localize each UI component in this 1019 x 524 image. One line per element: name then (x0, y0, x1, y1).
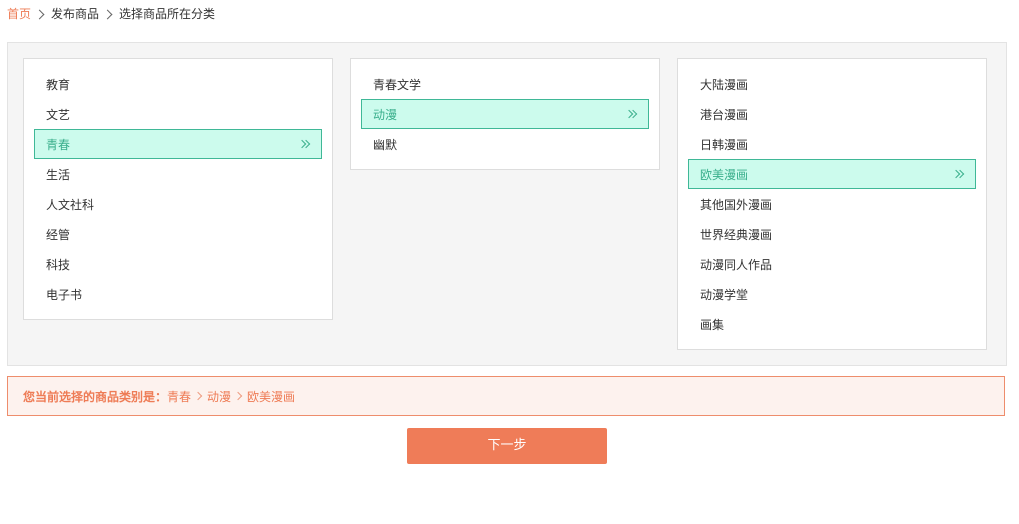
double-chevron-right-icon (626, 100, 638, 128)
category-item-label: 青春文学 (373, 78, 422, 92)
category-item-label: 教育 (46, 78, 71, 92)
category-item-label: 青春 (46, 138, 71, 152)
selection-path-item: 欧美漫画 (247, 389, 296, 404)
chevron-right-icon (233, 391, 243, 400)
category-column-level2: 青春文学 动漫 幽默 (350, 58, 660, 170)
category-item[interactable]: 青春 (34, 129, 322, 159)
category-item[interactable]: 科技 (34, 249, 322, 279)
category-item-label: 人文社科 (46, 198, 95, 212)
category-item-label: 港台漫画 (700, 108, 749, 122)
category-item[interactable]: 经管 (34, 219, 322, 249)
category-item[interactable]: 人文社科 (34, 189, 322, 219)
category-item-label: 动漫学堂 (700, 288, 749, 302)
chevron-right-icon (193, 391, 203, 400)
category-item-label: 画集 (700, 318, 725, 332)
selection-path-item: 动漫 (207, 389, 232, 404)
category-item[interactable]: 文艺 (34, 99, 322, 129)
breadcrumb-publish-link[interactable]: 发布商品 (51, 6, 99, 22)
category-item-label: 日韩漫画 (700, 138, 749, 152)
category-item[interactable]: 动漫 (361, 99, 649, 129)
chevron-right-icon (102, 9, 113, 19)
category-item[interactable]: 港台漫画 (688, 99, 976, 129)
breadcrumb-home-link[interactable]: 首页 (7, 6, 31, 22)
category-item-label: 经管 (46, 228, 71, 242)
category-item[interactable]: 大陆漫画 (688, 69, 976, 99)
category-item-label: 其他国外漫画 (700, 198, 773, 212)
category-item[interactable]: 动漫学堂 (688, 279, 976, 309)
selection-path-item: 青春 (167, 389, 192, 404)
category-item[interactable]: 欧美漫画 (688, 159, 976, 189)
category-item-label: 文艺 (46, 108, 71, 122)
category-item-label: 欧美漫画 (700, 168, 749, 182)
category-item[interactable]: 青春文学 (361, 69, 649, 99)
category-item[interactable]: 画集 (688, 309, 976, 339)
breadcrumb-current: 选择商品所在分类 (119, 7, 216, 21)
category-selector-panel: 教育 文艺 青春 生活 人文社科 经管 科技 电子书 青春文学 动漫 幽默 大陆… (7, 42, 1007, 366)
category-column-level1: 教育 文艺 青春 生活 人文社科 经管 科技 电子书 (23, 58, 333, 320)
category-item-label: 世界经典漫画 (700, 228, 773, 242)
category-item-label: 动漫同人作品 (700, 258, 773, 272)
category-item-label: 生活 (46, 168, 71, 182)
category-item-label: 大陆漫画 (700, 78, 749, 92)
category-item-label: 科技 (46, 258, 71, 272)
category-item[interactable]: 动漫同人作品 (688, 249, 976, 279)
chevron-right-icon (34, 9, 45, 19)
category-item-label: 电子书 (46, 288, 83, 302)
category-item[interactable]: 教育 (34, 69, 322, 99)
category-column-level3: 大陆漫画 港台漫画 日韩漫画 欧美漫画 其他国外漫画 世界经典漫画 动漫同人作品… (677, 58, 987, 350)
category-item[interactable]: 电子书 (34, 279, 322, 309)
category-item[interactable]: 日韩漫画 (688, 129, 976, 159)
category-item[interactable]: 生活 (34, 159, 322, 189)
double-chevron-right-icon (299, 130, 311, 158)
double-chevron-right-icon (953, 160, 965, 188)
category-item[interactable]: 幽默 (361, 129, 649, 159)
next-step-button[interactable]: 下一步 (407, 428, 607, 464)
breadcrumb: 首页 发布商品 选择商品所在分类 (7, 6, 215, 22)
selection-label: 您当前选择的商品类别是： (23, 389, 168, 404)
category-item[interactable]: 其他国外漫画 (688, 189, 976, 219)
category-item-label: 动漫 (373, 108, 398, 122)
category-item-label: 幽默 (373, 138, 398, 152)
current-selection-bar: 您当前选择的商品类别是： 青春 动漫 欧美漫画 (7, 376, 1005, 416)
category-item[interactable]: 世界经典漫画 (688, 219, 976, 249)
